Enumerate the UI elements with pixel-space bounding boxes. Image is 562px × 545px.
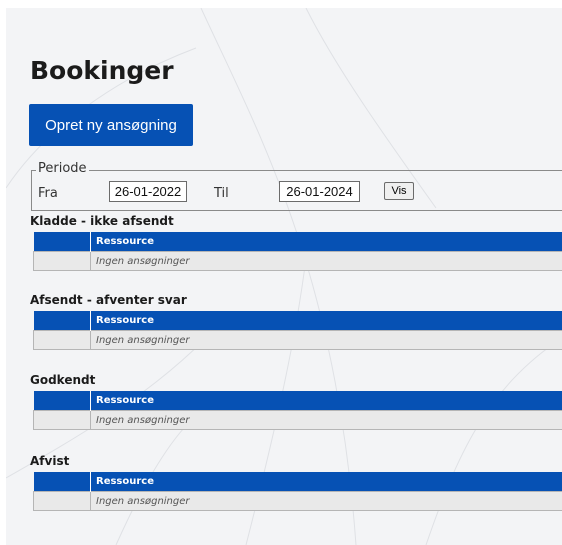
table-header-row: Ressource — [33, 232, 562, 252]
table-header-empty — [33, 391, 91, 411]
show-button[interactable]: Vis — [384, 182, 414, 200]
table-cell-empty — [33, 410, 91, 430]
period-legend: Periode — [36, 161, 89, 176]
new-application-button[interactable]: Opret ny ansøgning — [29, 104, 193, 146]
table-row: Ingen ansøgninger — [33, 491, 562, 511]
section-title-rejected: Afvist — [30, 454, 70, 468]
to-label: Til — [214, 186, 229, 201]
column-header-resource[interactable]: Ressource — [90, 232, 562, 252]
table-header-empty — [33, 472, 91, 492]
table-cell-empty — [33, 330, 91, 350]
empty-message: Ingen ansøgninger — [90, 330, 562, 350]
table-header-row: Ressource — [33, 472, 562, 492]
table-header-row: Ressource — [33, 391, 562, 411]
column-header-resource[interactable]: Ressource — [90, 391, 562, 411]
column-header-resource[interactable]: Ressource — [90, 472, 562, 492]
section-title-draft: Kladde - ikke afsendt — [30, 214, 174, 228]
sent-table: Ressource Ingen ansøgninger — [33, 311, 562, 350]
table-cell-empty — [33, 491, 91, 511]
table-row: Ingen ansøgninger — [33, 330, 562, 350]
table-header-empty — [33, 232, 91, 252]
app-canvas: Bookinger Opret ny ansøgning Periode Fra… — [6, 8, 562, 545]
column-header-resource[interactable]: Ressource — [90, 311, 562, 331]
table-cell-empty — [33, 251, 91, 271]
table-header-row: Ressource — [33, 311, 562, 331]
section-title-approved: Godkendt — [30, 373, 96, 387]
draft-table: Ressource Ingen ansøgninger — [33, 232, 562, 271]
from-date-input[interactable] — [109, 181, 187, 202]
section-title-sent: Afsendt - afventer svar — [30, 293, 187, 307]
empty-message: Ingen ansøgninger — [90, 251, 562, 271]
approved-table: Ressource Ingen ansøgninger — [33, 391, 562, 430]
table-row: Ingen ansøgninger — [33, 251, 562, 271]
empty-message: Ingen ansøgninger — [90, 491, 562, 511]
to-date-input[interactable] — [279, 181, 360, 202]
table-header-empty — [33, 311, 91, 331]
table-row: Ingen ansøgninger — [33, 410, 562, 430]
empty-message: Ingen ansøgninger — [90, 410, 562, 430]
page-title: Bookinger — [30, 56, 174, 85]
from-label: Fra — [38, 186, 58, 201]
rejected-table: Ressource Ingen ansøgninger — [33, 472, 562, 511]
